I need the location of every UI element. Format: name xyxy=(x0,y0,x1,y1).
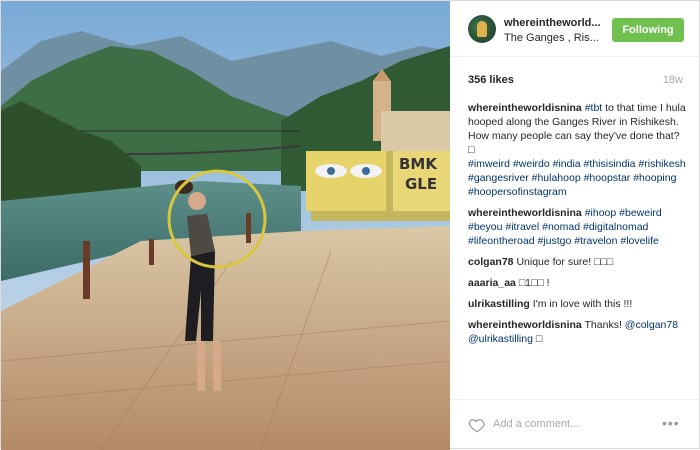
likes-count[interactable]: 356 likes xyxy=(468,74,514,86)
post-footer: Add a comment... ••• xyxy=(450,399,700,450)
comments-list: whereintheworldisnina #tbt to that time … xyxy=(468,101,686,353)
comment-text: Unique for sure! □□□ xyxy=(516,256,614,268)
comment-hashtag[interactable]: #tbt xyxy=(585,102,603,114)
more-options-icon[interactable]: ••• xyxy=(662,416,684,430)
photo-illustration: BMK GLE xyxy=(1,1,450,450)
comment-username[interactable]: whereintheworldisnina xyxy=(468,102,582,114)
comment-item: whereintheworldisnina #ihoop #beweird #b… xyxy=(468,206,686,248)
post-photo[interactable]: BMK GLE xyxy=(1,1,450,450)
comment-item: whereintheworldisnina #tbt to that time … xyxy=(468,101,686,199)
comment-item: aaaria_aa □1□□ ! xyxy=(468,276,686,290)
post-sidebar: whereintheworld... The Ganges , Ris... F… xyxy=(450,1,700,450)
comment-mention[interactable]: @ulrikastilling xyxy=(468,333,533,345)
add-comment-input[interactable]: Add a comment... xyxy=(493,418,579,430)
comment-text: I'm in love with this !!! xyxy=(532,298,633,310)
comment-item: ulrikastilling I'm in love with this !!! xyxy=(468,297,686,311)
comment-hashtags[interactable]: #imweird #weirdo #india #thisisindia #ri… xyxy=(468,158,686,198)
comment-username[interactable]: whereintheworldisnina xyxy=(468,207,582,219)
comment-text: Thanks! xyxy=(584,319,625,331)
svg-text:BMK: BMK xyxy=(399,155,438,173)
comment-username[interactable]: whereintheworldisnina xyxy=(468,319,582,331)
avatar[interactable] xyxy=(468,15,496,43)
comment-item: colgan78 Unique for sure! □□□ xyxy=(468,255,686,269)
post-age[interactable]: 18w xyxy=(663,74,683,86)
post-username[interactable]: whereintheworld... xyxy=(504,17,601,29)
post-location[interactable]: The Ganges , Ris... xyxy=(504,32,599,44)
comment-item: whereintheworldisnina Thanks! @colgan78 … xyxy=(468,318,686,346)
emoji-icon: □ xyxy=(468,144,475,156)
following-button[interactable]: Following xyxy=(612,18,684,42)
instagram-post: BMK GLE whereintheworld... The Ganges , … xyxy=(0,0,700,450)
likes-row: 356 likes 18w xyxy=(468,74,683,88)
comment-mention[interactable]: @colgan78 xyxy=(625,319,678,331)
comment-username[interactable]: aaaria_aa xyxy=(468,277,516,289)
svg-text:GLE: GLE xyxy=(405,175,437,193)
comment-text: □1□□ ! xyxy=(518,277,550,289)
heart-icon[interactable] xyxy=(468,416,486,434)
post-header: whereintheworld... The Ganges , Ris... F… xyxy=(450,1,700,57)
comment-username[interactable]: ulrikastilling xyxy=(468,298,530,310)
comment-text: □ xyxy=(532,333,543,345)
comment-username[interactable]: colgan78 xyxy=(468,256,514,268)
